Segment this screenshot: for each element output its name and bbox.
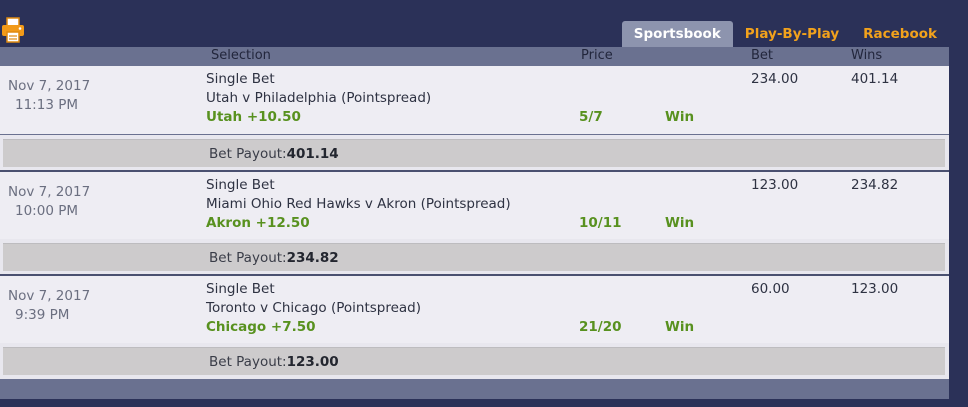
payout-text: Bet Payout:234.82 [209,250,339,266]
bet-amount: 123.00 [751,177,799,193]
bet-type: Single Bet [206,177,275,193]
payout-row: Bet Payout:401.14 [0,135,949,171]
bet-event: Utah v Philadelphia (Pointspread) [206,90,432,106]
payout-label: Bet Payout: [209,250,287,266]
wins-amount: 234.82 [851,177,899,193]
wins-amount: 401.14 [851,71,899,87]
bet-price: 5/7 [579,109,603,125]
payout-box: Bet Payout:123.00 [3,347,945,375]
bet-date: Nov 7, 2017 [8,184,91,200]
tab-play-by-play[interactable]: Play-By-Play [733,21,851,47]
tab-sportsbook[interactable]: Sportsbook [621,21,733,47]
bet-pick: Utah +10.50 [206,109,301,125]
bet-result: Win [665,109,695,125]
payout-value: 123.00 [286,354,339,370]
bet-date: Nov 7, 2017 [8,288,91,304]
payout-box: Bet Payout:234.82 [3,243,945,271]
bet-event: Toronto v Chicago (Pointspread) [206,300,422,316]
tab-racebook[interactable]: Racebook [851,21,949,47]
bet-history-panel: Selection Price Bet Wins Nov 7, 2017 11:… [0,47,949,399]
bet-time: 9:39 PM [15,307,70,323]
bet-event: Miami Ohio Red Hawks v Akron (Pointsprea… [206,196,511,212]
payout-box: Bet Payout:401.14 [3,139,945,167]
bet-result: Win [665,319,695,335]
bet-time: 10:00 PM [15,203,78,219]
payout-row: Bet Payout:234.82 [0,239,949,275]
table-row: Nov 7, 2017 9:39 PM Single Bet Toronto v… [0,274,949,344]
payout-label: Bet Payout: [209,354,287,370]
header-wins: Wins [851,48,883,63]
bet-price: 21/20 [579,319,622,335]
payout-row: Bet Payout:123.00 [0,343,949,379]
payout-text: Bet Payout:401.14 [209,146,339,162]
bet-type: Single Bet [206,281,275,297]
bet-pick: Chicago +7.50 [206,319,316,335]
bet-date: Nov 7, 2017 [8,78,91,94]
header-bet: Bet [751,48,774,63]
payout-value: 234.82 [286,250,339,266]
table-row: Nov 7, 2017 10:00 PM Single Bet Miami Oh… [0,170,949,240]
bet-amount: 60.00 [751,281,790,297]
header-price: Price [581,48,613,63]
payout-text: Bet Payout:123.00 [209,354,339,370]
bet-pick: Akron +12.50 [206,215,310,231]
wins-amount: 123.00 [851,281,899,297]
payout-label: Bet Payout: [209,146,287,162]
tab-bar: Sportsbook Play-By-Play Racebook [621,21,949,47]
bet-amount: 234.00 [751,71,799,87]
table-header: Selection Price Bet Wins [0,47,949,65]
printer-icon[interactable] [0,17,26,43]
payout-value: 401.14 [286,146,339,162]
bet-price: 10/11 [579,215,622,231]
header-selection: Selection [211,48,271,63]
bet-result: Win [665,215,695,231]
bet-type: Single Bet [206,71,275,87]
bet-time: 11:13 PM [15,97,78,113]
table-row: Nov 7, 2017 11:13 PM Single Bet Utah v P… [0,66,949,134]
